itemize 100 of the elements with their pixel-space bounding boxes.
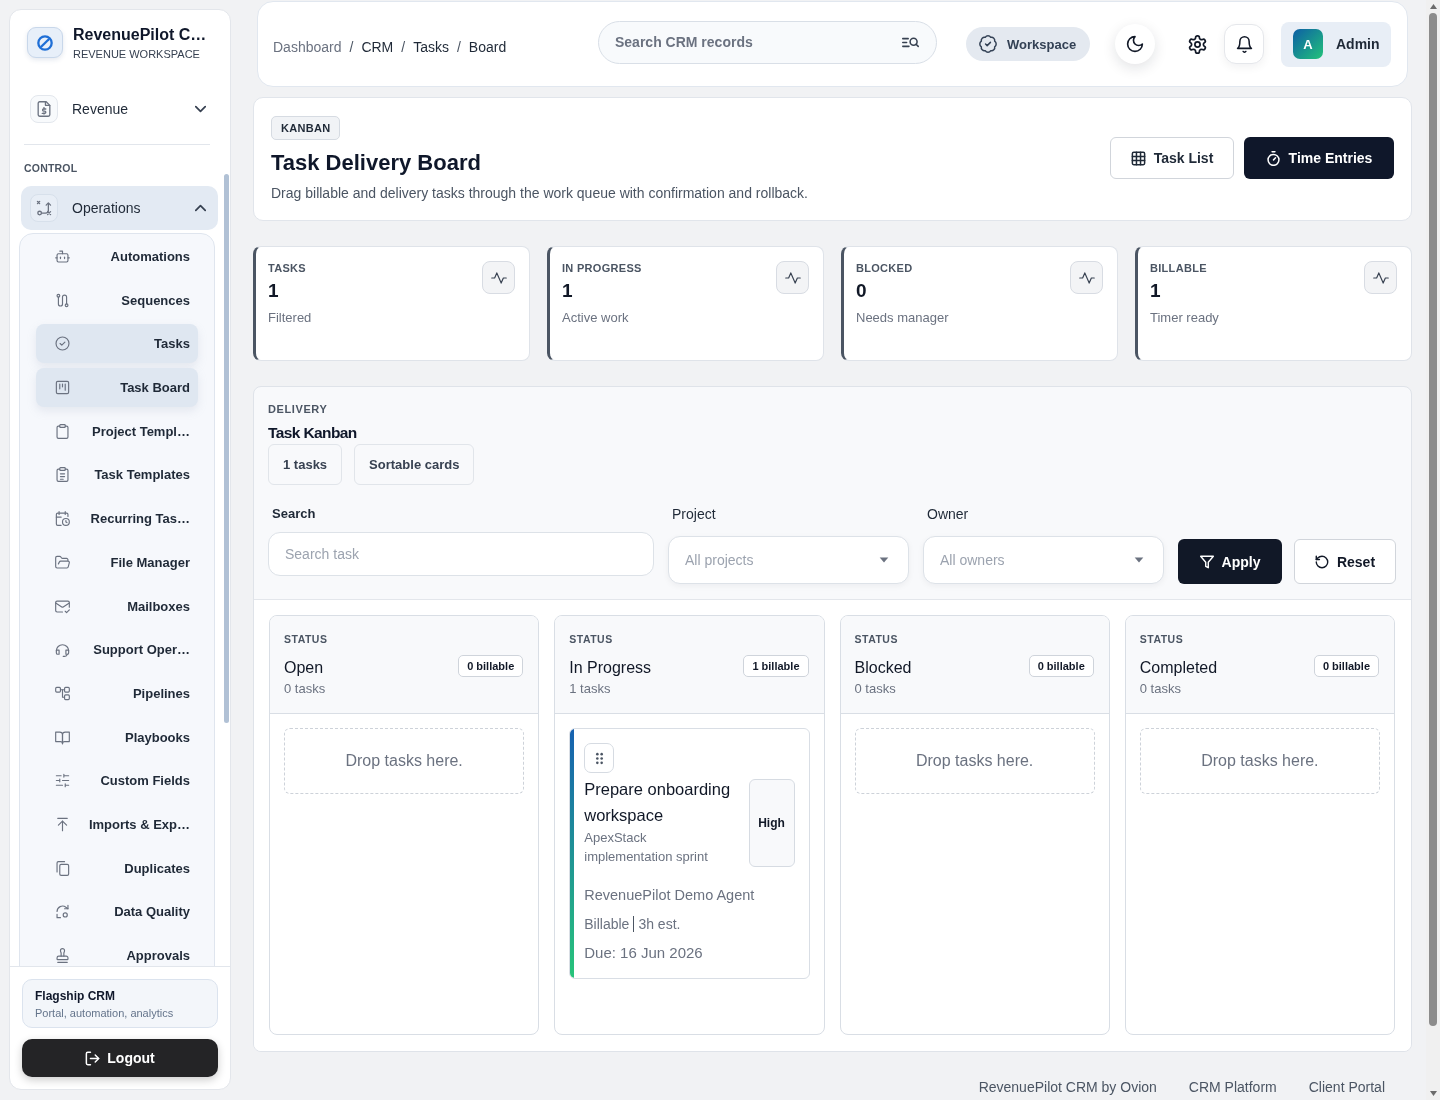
upload-icon: [55, 816, 70, 832]
user-menu-button[interactable]: A Admin: [1281, 21, 1391, 67]
copy-icon: [55, 860, 70, 876]
breadcrumb-separator: /: [456, 39, 461, 55]
pulse-icon: [776, 261, 809, 294]
billable-count-tag: 0 billable: [1028, 655, 1094, 677]
nav-group-button[interactable]: Revenue: [21, 88, 218, 130]
task-card[interactable]: Prepare onboarding workspace ApexStack implementation sprint High RevenuePilot Demo Agent Billable 3h est. Due: 16 Jun 2026: [569, 728, 810, 979]
pulse-icon: [482, 261, 515, 294]
bell-icon: [1235, 35, 1253, 53]
task-count: 0 tasks: [1139, 681, 1182, 697]
file-dollar-icon: [30, 95, 58, 123]
stamp-icon: [55, 948, 70, 963]
stat-value: 1: [562, 280, 574, 302]
header-action-button[interactable]: Time Entries: [1244, 137, 1394, 179]
workflow-icon: [55, 685, 70, 701]
breadcrumb-link[interactable]: Dashboard: [273, 39, 342, 55]
drop-zone: Drop tasks here.: [1139, 728, 1380, 794]
check-circle-icon: [55, 336, 70, 352]
billable-count-tag: 1 billable: [743, 655, 809, 677]
folder-icon: [55, 554, 70, 570]
logout-icon: [85, 1050, 101, 1066]
stat-value: 1: [1150, 280, 1162, 302]
kanban-icon: [55, 380, 70, 396]
scrollbar-thumb[interactable]: [1429, 13, 1437, 1026]
filter-action-button[interactable]: Reset: [1294, 539, 1396, 584]
column-title: Completed: [1139, 658, 1218, 678]
sidebar-item[interactable]: Task Board: [36, 368, 198, 408]
column-eyebrow: STATUS: [854, 633, 899, 646]
sidebar-item[interactable]: Tasks: [36, 324, 198, 364]
logout-button[interactable]: Logout: [22, 1039, 218, 1077]
billable-count-tag: 0 billable: [458, 655, 524, 677]
search-field[interactable]: Search task: [268, 532, 654, 576]
summary-chip: Sortable cards: [354, 444, 475, 485]
stat-value: 0: [856, 280, 868, 302]
sidebar-item[interactable]: Data Quality: [36, 892, 198, 932]
task-count: 0 tasks: [854, 681, 897, 697]
pulse-icon: [1364, 261, 1397, 294]
stat-label: BLOCKED: [856, 261, 914, 275]
column-title: Blocked: [854, 658, 912, 678]
column-title: In Progress: [569, 658, 652, 678]
theme-toggle-button[interactable]: [1115, 24, 1155, 64]
sidebar-item[interactable]: Custom Fields: [36, 761, 198, 801]
footer-link[interactable]: RevenuePilot CRM by Ovion: [978, 1079, 1157, 1095]
breadcrumb-link[interactable]: Tasks: [413, 39, 449, 55]
sidebar-item[interactable]: Support Oper…: [36, 630, 198, 670]
sidebar-item[interactable]: Recurring Tas…: [36, 499, 198, 539]
task-owner: RevenuePilot Demo Agent: [584, 886, 755, 905]
stat-label: TASKS: [268, 261, 307, 275]
priority-tag: High: [748, 779, 795, 867]
calendar-clock-icon: [55, 511, 70, 527]
time-estimate: 3h est.: [638, 915, 681, 934]
filter-label: Project: [671, 506, 717, 522]
summary-chip: 1 tasks: [268, 444, 343, 485]
drop-zone: Drop tasks here.: [284, 728, 525, 794]
app-title: RevenuePilot C…: [73, 25, 207, 44]
breadcrumb-separator: /: [401, 39, 406, 55]
nav-group-button[interactable]: Operations: [21, 186, 218, 230]
column-eyebrow: STATUS: [284, 633, 329, 646]
sidebar-item[interactable]: Project Templ…: [36, 411, 198, 451]
search-field[interactable]: Search CRM records: [598, 20, 937, 64]
clipboard-list-icon: [55, 467, 70, 483]
stat-note: Active work: [562, 310, 630, 326]
sidebar-item[interactable]: File Manager: [36, 542, 198, 582]
stat-label: IN PROGRESS: [562, 261, 642, 275]
plan-title: Flagship CRM: [35, 989, 116, 1003]
sidebar-item[interactable]: Playbooks: [36, 717, 198, 757]
scrollbar-thumb[interactable]: [224, 174, 229, 723]
breadcrumb-link[interactable]: CRM: [361, 39, 394, 55]
section-title: Task Kanban: [268, 424, 357, 442]
avatar: A: [1293, 29, 1323, 59]
stat-note: Timer ready: [1150, 310, 1219, 326]
footer-link[interactable]: CRM Platform: [1188, 1079, 1277, 1095]
sliders-icon: [55, 773, 70, 789]
pulse-icon: [1070, 261, 1103, 294]
breadcrumb-separator: /: [349, 39, 354, 55]
settings-button[interactable]: [1188, 34, 1207, 54]
filter-action-button[interactable]: Apply: [1178, 539, 1282, 584]
refresh-icon: [55, 904, 70, 920]
badge-check-icon: [979, 35, 997, 53]
sidebar-item[interactable]: Duplicates: [36, 848, 198, 888]
section-label: CONTROL: [24, 162, 79, 175]
sidebar-item[interactable]: Automations: [36, 237, 198, 276]
sidebar-item[interactable]: Task Templates: [36, 455, 198, 495]
workspace-button[interactable]: Workspace: [966, 27, 1090, 61]
sidebar-item[interactable]: Sequences: [36, 280, 198, 320]
sidebar-item[interactable]: Mailboxes: [36, 586, 198, 626]
sidebar-item[interactable]: Approvals: [36, 936, 198, 966]
stat-note: Filtered: [268, 310, 312, 326]
billable-count-tag: 0 billable: [1313, 655, 1379, 677]
drag-handle[interactable]: [584, 743, 615, 773]
page-title: Task Delivery Board: [271, 150, 481, 176]
sidebar-item[interactable]: Pipelines: [36, 673, 198, 713]
task-count: 0 tasks: [284, 681, 327, 697]
header-action-button[interactable]: Task List: [1110, 137, 1234, 179]
sidebar-item[interactable]: Imports & Exp…: [36, 804, 198, 844]
footer-link[interactable]: Client Portal: [1308, 1079, 1385, 1095]
moon-icon: [1126, 35, 1144, 53]
notifications-button[interactable]: [1224, 24, 1264, 64]
headset-icon: [55, 642, 70, 658]
